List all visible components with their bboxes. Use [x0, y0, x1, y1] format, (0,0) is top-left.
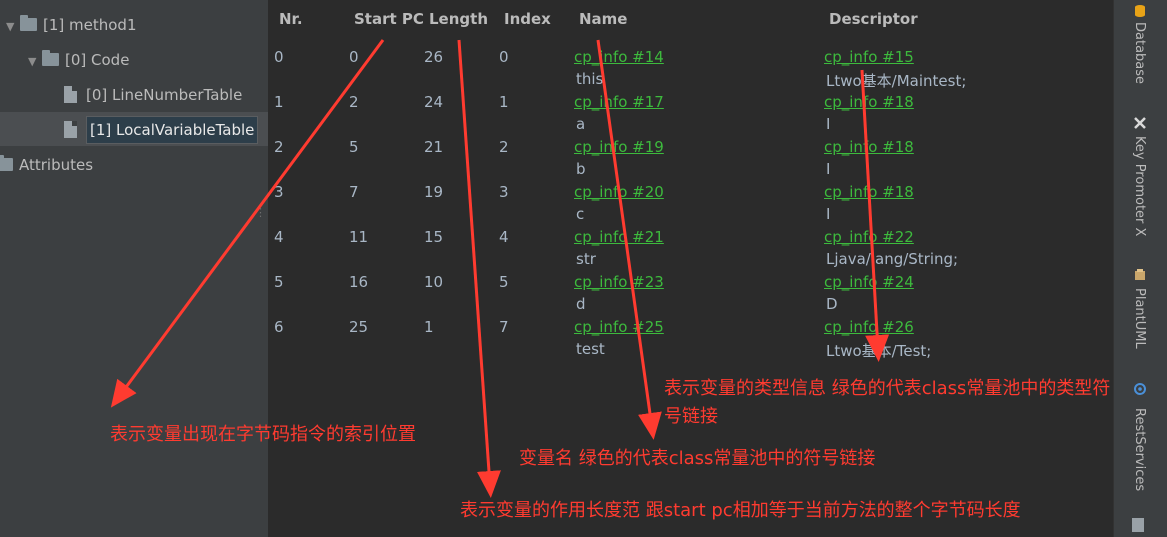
arrow-length	[457, 39, 501, 498]
annotation-descriptor-line1: 表示变量的类型信息 绿色的代表class常量池中的类型符	[664, 378, 1111, 399]
annotation-start-pc: 表示变量出现在字节码指令的索引位置	[110, 424, 416, 445]
annotation-descriptor-line2: 号链接	[664, 406, 718, 427]
annotation-name: 变量名 绿色的代表class常量池中的符号链接	[519, 448, 876, 469]
annotation-length: 表示变量的作用长度范 跟start pc相加等于当前方法的整个字节码长度	[460, 500, 1021, 521]
arrow-start-pc	[110, 39, 385, 408]
arrow-descriptor	[860, 69, 890, 362]
arrow-name	[596, 39, 662, 440]
